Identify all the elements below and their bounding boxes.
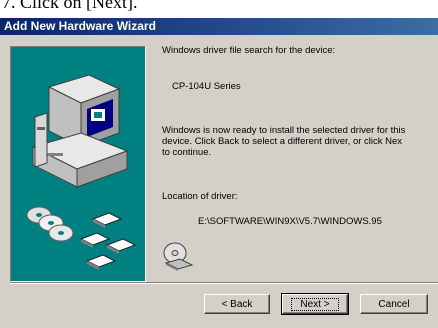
- page-caption: 7. Click on [Next].: [0, 0, 438, 18]
- driver-path: E:\SOFTWARE\WIN9X\V5.7\WINDOWS.95: [198, 216, 382, 227]
- wizard-dialog: Add New Hardware Wizard Windows driver f…: [0, 18, 438, 328]
- next-button-label: Next >: [291, 298, 339, 311]
- location-label: Location of driver:: [162, 191, 238, 202]
- ready-text: Windows is now ready to install the sele…: [162, 125, 406, 158]
- separator: [10, 282, 438, 284]
- caption-text: 7. Click on [Next].: [2, 0, 138, 12]
- device-name: CP-104U Series: [172, 81, 241, 92]
- window-title: Add New Hardware Wizard: [4, 19, 156, 33]
- title-bar[interactable]: Add New Hardware Wizard: [0, 18, 438, 35]
- next-button[interactable]: Next >: [281, 293, 349, 315]
- search-label: Windows driver file search for the devic…: [162, 45, 336, 56]
- computer-with-disks-icon: [26, 74, 137, 270]
- back-button[interactable]: < Back: [204, 294, 270, 314]
- cancel-button[interactable]: Cancel: [360, 294, 428, 314]
- cd-drive-icon: [163, 242, 194, 271]
- wizard-illustration: [10, 46, 146, 282]
